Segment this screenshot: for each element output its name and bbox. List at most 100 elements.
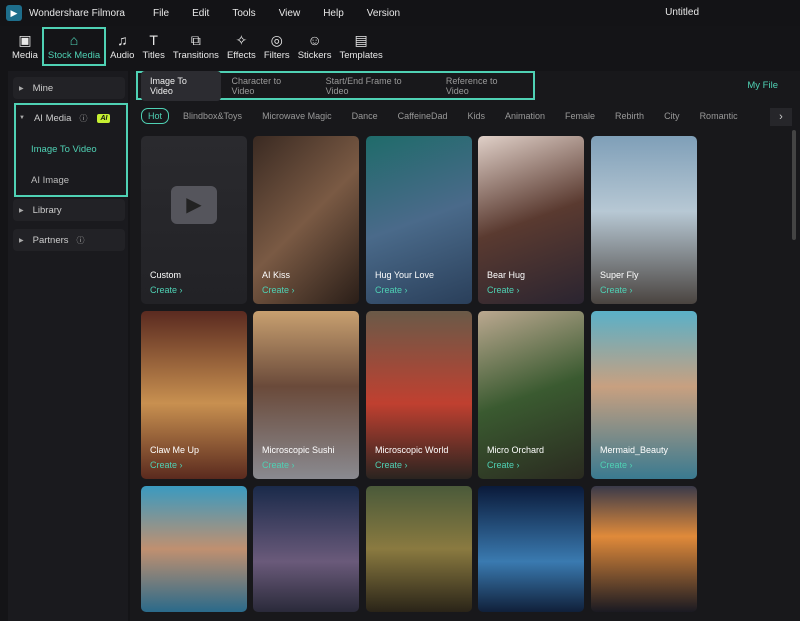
template-card[interactable]: ▶ Custom Create › <box>141 136 247 304</box>
category-bar: Hot Blindbox&Toys Microwave Magic Dance Caff… <box>141 108 758 124</box>
template-card[interactable]: Bear HugCreate › <box>478 136 584 304</box>
template-card[interactable] <box>591 486 697 612</box>
template-card[interactable]: Microscopic Sushi Create › <box>253 311 359 479</box>
caret-right-icon: ▶ <box>19 85 24 92</box>
tab-image-to-video[interactable]: Image To Video <box>141 71 221 101</box>
sidebar-item-image-to-video[interactable]: Image To Video <box>31 144 97 155</box>
category-microwave-magic[interactable]: Microwave Magic <box>262 111 332 121</box>
create-link[interactable]: Create › <box>487 285 520 295</box>
tab-reference-to-video[interactable]: Reference to Video <box>437 71 531 101</box>
create-link[interactable]: Create › <box>262 285 295 295</box>
create-link[interactable]: Create › <box>600 285 633 295</box>
effects-icon: ✧ <box>236 32 248 48</box>
create-link[interactable]: Create › <box>600 460 633 470</box>
template-card[interactable]: Microscopic World Create › <box>366 311 472 479</box>
tool-audio[interactable]: ♫ Audio <box>106 27 138 66</box>
tab-character-to-video[interactable]: Character to Video <box>223 71 315 101</box>
title-bar: ▶ Wondershare Filmora File Edit Tools View H… <box>0 0 800 26</box>
category-female[interactable]: Female <box>565 111 595 121</box>
help-icon[interactable]: ⓘ <box>77 235 85 246</box>
tool-label: Filters <box>264 50 290 61</box>
sidebar-item-ai-image[interactable]: AI Image <box>31 175 69 186</box>
create-link[interactable]: Create › <box>375 460 408 470</box>
filters-icon: ◎ <box>271 32 283 48</box>
my-file-link[interactable]: My File <box>747 80 778 91</box>
template-card[interactable]: AI Kiss Create › <box>253 136 359 304</box>
tool-stickers[interactable]: ☺ Stickers <box>294 27 336 66</box>
tab-start-end-frame-to-video[interactable]: Start/End Frame to Video <box>317 71 435 101</box>
menu-tools[interactable]: Tools <box>232 8 255 19</box>
card-title: Super Fly <box>600 270 639 280</box>
template-card[interactable]: Claw Me Up Create › <box>141 311 247 479</box>
tool-label: Audio <box>110 50 134 61</box>
sidebar-label: Partners <box>33 235 69 246</box>
card-title: Micro Orchard <box>487 445 544 455</box>
document-title: Untitled <box>665 7 699 18</box>
card-title: AI Kiss <box>262 270 290 280</box>
create-link[interactable]: Create › <box>150 285 183 295</box>
sidebar-label: Library <box>33 205 62 216</box>
category-hot[interactable]: Hot <box>141 108 169 124</box>
tool-label: Templates <box>339 50 382 61</box>
filmora-logo-icon: ▶ <box>6 5 22 21</box>
category-dance[interactable]: Dance <box>352 111 378 121</box>
category-animation[interactable]: Animation <box>505 111 545 121</box>
tool-label: Stock Media <box>48 50 100 61</box>
caret-right-icon: ▶ <box>19 237 24 244</box>
card-title: Claw Me Up <box>150 445 199 455</box>
transitions-icon: ⧉ <box>191 32 201 48</box>
app-name: Wondershare Filmora <box>29 8 125 19</box>
card-title: Microscopic Sushi <box>262 445 335 455</box>
scrollbar[interactable] <box>792 130 796 240</box>
menu-view[interactable]: View <box>279 8 301 19</box>
sidebar-item-library[interactable]: ▶Library <box>13 199 125 221</box>
create-link[interactable]: Create › <box>150 460 183 470</box>
tool-transitions[interactable]: ⧉ Transitions <box>169 27 223 66</box>
create-link[interactable]: Create › <box>487 460 520 470</box>
chevron-right-icon[interactable]: › <box>770 108 792 126</box>
add-video-icon: ▶ <box>171 186 217 224</box>
category-caffeinedad[interactable]: CaffeineDad <box>398 111 448 121</box>
stickers-icon: ☺ <box>307 32 321 48</box>
tool-media[interactable]: ▣ Media <box>8 27 42 66</box>
stock-media-icon: ⌂ <box>70 32 78 48</box>
media-icon: ▣ <box>18 32 31 48</box>
category-romantic[interactable]: Romantic <box>700 111 738 121</box>
card-title: Microscopic World <box>375 445 448 455</box>
template-card[interactable] <box>253 486 359 612</box>
tool-templates[interactable]: ▤ Templates <box>335 27 386 66</box>
tool-label: Titles <box>142 50 164 61</box>
create-link[interactable]: Create › <box>375 285 408 295</box>
template-card[interactable]: Super Fly Create › <box>591 136 697 304</box>
template-card[interactable] <box>478 486 584 612</box>
menu-version[interactable]: Version <box>367 8 400 19</box>
template-card[interactable]: Micro Orchard Create › <box>478 311 584 479</box>
menu-help[interactable]: Help <box>323 8 344 19</box>
titles-icon: T <box>149 32 158 48</box>
audio-icon: ♫ <box>117 32 128 48</box>
category-blindbox-toys[interactable]: Blindbox&Toys <box>183 111 242 121</box>
tool-label: Stickers <box>298 50 332 61</box>
sidebar-item-mine[interactable]: ▶ Mine <box>13 77 125 99</box>
menu-edit[interactable]: Edit <box>192 8 209 19</box>
tool-titles[interactable]: T Titles <box>138 27 168 66</box>
template-card[interactable] <box>141 486 247 612</box>
tool-effects[interactable]: ✧ Effects <box>223 27 260 66</box>
category-kids[interactable]: Kids <box>467 111 485 121</box>
template-card[interactable]: Mermaid_BeautyCreate › <box>591 311 697 479</box>
sidebar-label: Mine <box>33 83 54 94</box>
category-city[interactable]: City <box>664 111 680 121</box>
category-rebirth[interactable]: Rebirth <box>615 111 644 121</box>
tool-label: Transitions <box>173 50 219 61</box>
template-card[interactable] <box>366 486 472 612</box>
menu-file[interactable]: File <box>153 8 169 19</box>
templates-icon: ▤ <box>355 32 368 48</box>
template-card[interactable]: Hug Your LoveCreate › <box>366 136 472 304</box>
sidebar-item-partners[interactable]: ▶ Partners ⓘ <box>13 229 125 251</box>
create-link[interactable]: Create › <box>262 460 295 470</box>
tool-filters[interactable]: ◎ Filters <box>260 27 294 66</box>
tool-label: Media <box>12 50 38 61</box>
card-title: Custom <box>150 270 181 280</box>
tool-stock-media[interactable]: ⌂ Stock Media <box>42 27 106 66</box>
tool-label: Effects <box>227 50 256 61</box>
